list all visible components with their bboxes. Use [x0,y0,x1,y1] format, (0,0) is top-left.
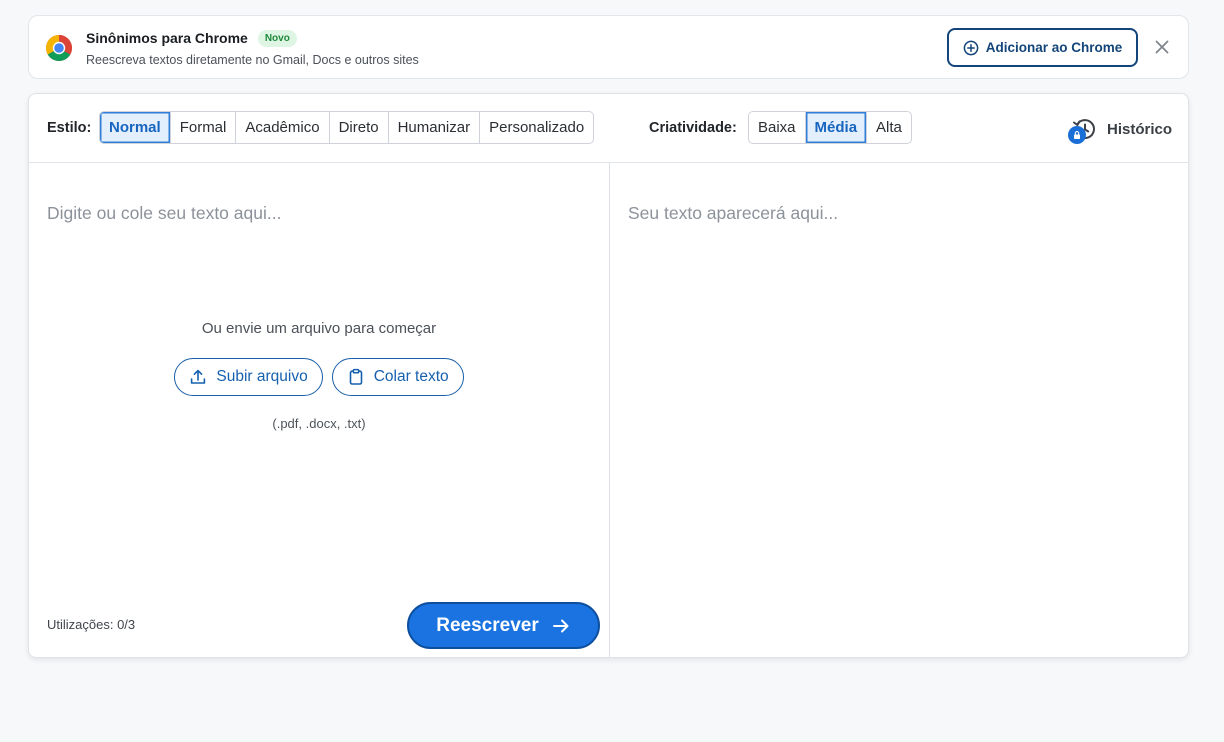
style-option-direto[interactable]: Direto [330,112,389,143]
style-selector: Normal Formal Acadêmico Direto Humanizar… [99,111,595,144]
creativity-selector: Baixa Média Alta [748,111,912,144]
history-button[interactable]: Histórico [1068,116,1173,144]
creativity-option-baixa[interactable]: Baixa [749,112,806,143]
supported-formats: (.pdf, .docx, .txt) [272,416,366,431]
upload-hint: Ou envie um arquivo para começar [201,320,437,337]
close-icon[interactable] [1153,38,1171,56]
banner-subtitle: Reescreva textos diretamente no Gmail, D… [86,53,419,67]
chrome-logo-icon [45,35,73,62]
output-placeholder: Seu texto aparecerá aqui... [628,203,839,223]
chrome-extension-banner: Sinônimos para Chrome Novo Reescreva tex… [28,15,1189,79]
creativity-option-alta[interactable]: Alta [867,112,911,143]
rewrite-label: Reescrever [436,614,539,636]
style-option-academico[interactable]: Acadêmico [236,112,330,143]
upload-file-label: Subir arquivo [216,368,308,385]
pane-divider [609,163,610,657]
style-option-personalizado[interactable]: Personalizado [480,112,593,143]
rewrite-button[interactable]: Reescrever [407,602,600,649]
clipboard-icon [349,368,362,385]
options-toolbar: Estilo: Normal Formal Acadêmico Direto H… [29,94,1188,163]
banner-title: Sinônimos para Chrome [86,30,248,46]
creativity-option-media[interactable]: Média [805,112,868,143]
paste-text-button[interactable]: Colar texto [331,358,464,396]
paste-text-label: Colar texto [373,368,449,385]
add-to-chrome-button[interactable]: Adicionar ao Chrome [947,28,1138,67]
lock-icon [1074,131,1080,139]
new-badge: Novo [257,29,297,47]
upload-block: Ou envie um arquivo para começar Subir a… [29,320,609,431]
upload-file-button[interactable]: Subir arquivo [174,358,323,396]
style-option-humanizar[interactable]: Humanizar [389,112,481,143]
creativity-label: Criatividade: [649,120,737,136]
style-option-formal[interactable]: Formal [171,112,237,143]
style-label: Estilo: [47,120,92,136]
banner-text: Sinônimos para Chrome Novo Reescreva tex… [86,29,419,67]
upload-icon [191,369,206,384]
rewriter-card: Estilo: Normal Formal Acadêmico Direto H… [28,93,1189,658]
add-to-chrome-label: Adicionar ao Chrome [985,40,1123,55]
usage-counter: Utilizações: 0/3 [47,617,136,632]
history-label: Histórico [1107,120,1173,138]
arrow-right-icon [552,619,569,632]
style-option-normal[interactable]: Normal [100,112,171,143]
plus-circle-icon [963,40,979,55]
